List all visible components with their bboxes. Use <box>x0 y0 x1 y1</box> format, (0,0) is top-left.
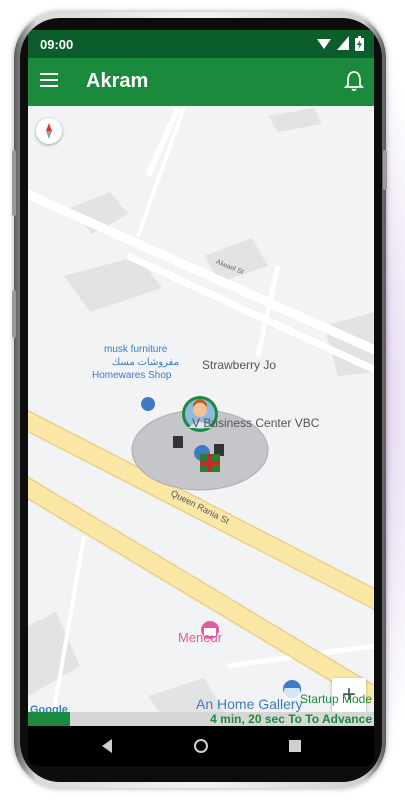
volume-button <box>12 150 16 216</box>
side-button <box>383 150 387 190</box>
page-title: Akram <box>86 70 149 92</box>
compass-button[interactable] <box>36 118 62 144</box>
compass-icon <box>46 123 52 139</box>
poi-homewares-pin <box>141 397 156 424</box>
status-time: 09:00 <box>40 37 74 52</box>
progress-fill <box>28 712 70 726</box>
poi-meneur-label[interactable]: Meneur <box>178 630 222 645</box>
advance-timer-text: 4 min, 20 sec To To Advance <box>210 712 372 726</box>
status-icons <box>317 36 364 51</box>
poi-musk-label[interactable]: musk furniture <box>104 344 167 355</box>
battery-icon <box>355 36 364 51</box>
app-bar: Akram <box>28 58 374 106</box>
poi-strawberry-label[interactable]: Strawberry Jo <box>202 358 276 372</box>
signal-icon <box>337 36 349 50</box>
bell-icon[interactable] <box>344 70 364 92</box>
map-view[interactable]: musk furniture مفروشات مسك Homewares Sho… <box>28 106 374 746</box>
poi-gallery-label[interactable]: An Home Gallery <box>196 696 303 712</box>
wifi-icon <box>317 39 331 49</box>
menu-icon[interactable] <box>40 73 58 89</box>
phone-screen: 09:00 Akram musk furniture مفروشات مسك H… <box>28 30 374 766</box>
poi-homewares-label[interactable]: Homewares Shop <box>92 370 171 381</box>
startup-mode-text: Startup Mode <box>299 692 372 706</box>
poi-musk-arabic-label: مفروشات مسك <box>112 357 180 368</box>
poi-business-label[interactable]: V Business Center VBC <box>192 416 319 430</box>
back-icon[interactable] <box>100 738 114 754</box>
system-nav-bar <box>28 726 374 766</box>
power-button <box>12 290 16 338</box>
status-bar: 09:00 <box>28 30 374 58</box>
home-icon[interactable] <box>193 738 209 754</box>
recents-icon[interactable] <box>288 739 302 753</box>
